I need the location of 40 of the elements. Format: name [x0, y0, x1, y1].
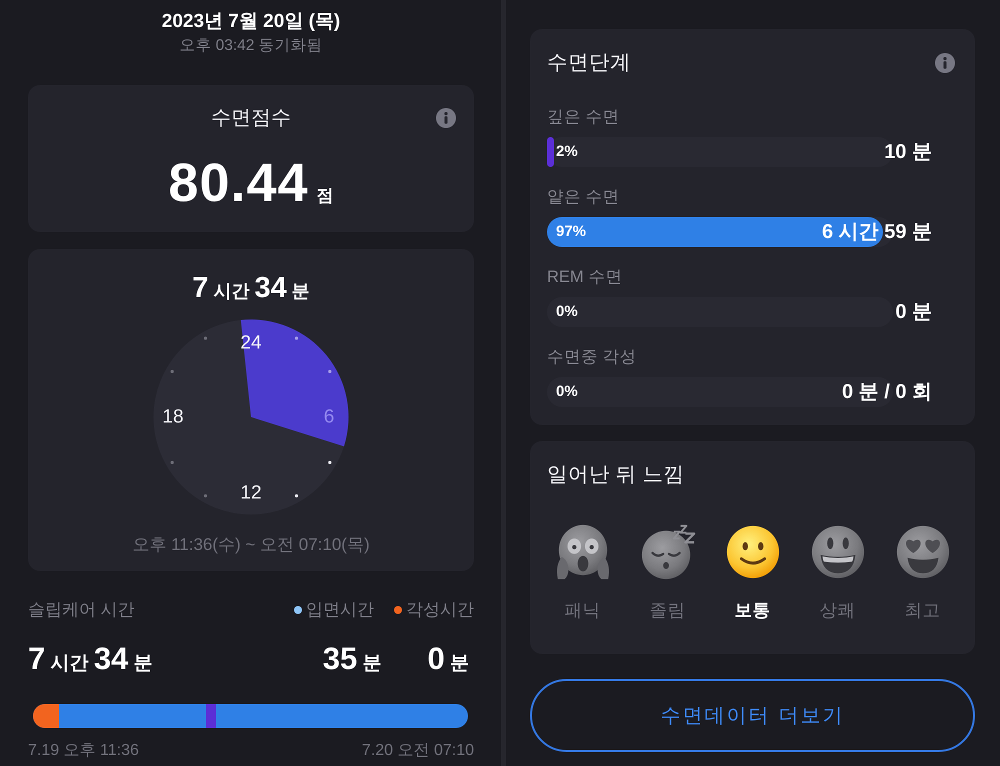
stage-percent: 0%	[556, 382, 578, 402]
sleep-care-total: 7 시간 34 분	[28, 641, 153, 678]
stage-duration: 6 시간 59 분	[822, 220, 932, 245]
clock-label: 12	[240, 482, 262, 504]
stage-duration: 0 분	[895, 300, 932, 325]
mood-option[interactable]: 패닉	[540, 523, 625, 621]
stage-label: 수면중 각성	[547, 347, 638, 368]
timeline-end: 7.20 오전 07:10	[362, 741, 474, 761]
mood-option[interactable]: 상쾌	[795, 523, 880, 621]
legend-label: 각성시간	[406, 599, 474, 621]
sleep-score: 80.44	[168, 152, 309, 215]
stage-label: 얕은 수면	[547, 187, 621, 208]
mood-option[interactable]: 보통	[710, 523, 795, 621]
legend-label: 입면시간	[306, 599, 374, 621]
stage-label: REM 수면	[547, 267, 624, 288]
info-icon[interactable]	[935, 53, 955, 73]
sleep-duration: 7 시간 34 분	[192, 271, 310, 306]
mood-option[interactable]: 졸림	[625, 523, 710, 621]
stage-percent: 2%	[556, 142, 578, 162]
clock-label: 18	[162, 406, 184, 428]
mood-option[interactable]: 최고	[880, 523, 965, 621]
score-unit: 점	[316, 185, 334, 207]
legend-value: 35 분	[322, 641, 382, 678]
card-title: 수면단계	[547, 50, 631, 76]
stage-label: 깊은 수면	[547, 107, 621, 128]
stage-duration: 0 분 / 0 회	[842, 380, 932, 405]
timeline-start: 7.19 오후 11:36	[28, 741, 139, 761]
sync-status: 오후 03:42 동기화됨	[178, 36, 324, 56]
card-title: 수면점수	[211, 106, 291, 131]
card-title: 일어난 뒤 느낌	[546, 462, 686, 488]
legend-value: 0 분	[427, 641, 469, 678]
date-title: 2023년 7월 20일 (목)	[160, 10, 342, 34]
stage-duration: 10 분	[884, 140, 932, 165]
stage-percent: 0%	[556, 302, 578, 322]
section-title: 슬립케어 시간	[28, 599, 135, 621]
more-sleep-data-button[interactable]: 수면데이터 더보기	[530, 679, 975, 752]
info-icon[interactable]	[436, 108, 456, 128]
stage-percent: 97%	[556, 222, 586, 242]
sleep-range: 오후 11:36(수) ~ 오전 07:10(목)	[132, 534, 370, 556]
clock-label: 6	[324, 406, 334, 428]
